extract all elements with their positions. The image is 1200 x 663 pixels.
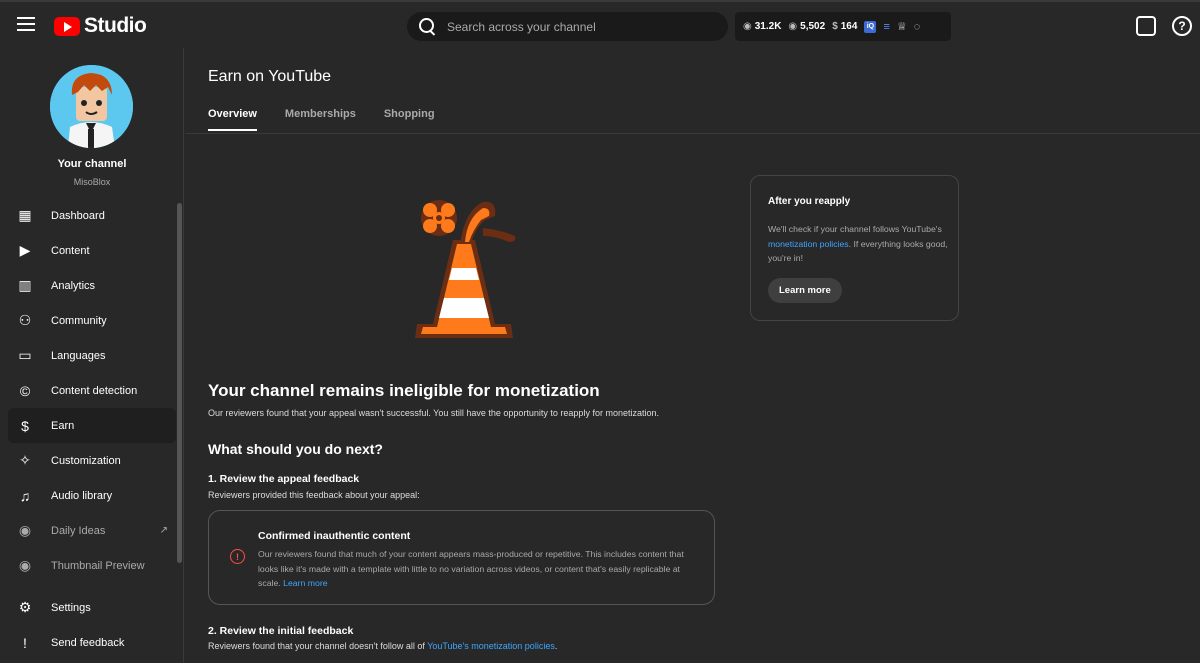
search-input[interactable]: [447, 19, 707, 34]
traffic-cone-illustration: [405, 180, 525, 345]
help-icon[interactable]: ?: [1172, 16, 1192, 36]
top-bar: Studio ◉31.2K ◉5,502 $164 iQ ≡ ♕ ◌ ?: [0, 0, 1200, 48]
magic-wand-icon: ✧: [19, 452, 31, 468]
reapply-text: We'll check if your channel follows YouT…: [768, 224, 948, 263]
sidebar-item-customization[interactable]: ✧ Customization: [8, 443, 176, 478]
tab-overview[interactable]: Overview: [208, 108, 257, 131]
youtube-logo-icon: [54, 16, 80, 36]
sidebar-item-community[interactable]: ⚇ Community: [8, 303, 176, 338]
sidebar-item-earn[interactable]: $ Earn: [8, 408, 176, 443]
studio-logo[interactable]: Studio: [54, 14, 147, 38]
ineligible-description: Our reviewers found that your appeal was…: [208, 408, 659, 418]
feedback-text: Our reviewers found that much of your co…: [258, 549, 684, 588]
views-stat: ◉ 31.2K: [743, 21, 782, 32]
eye-icon: ◉: [743, 21, 752, 32]
extension-icon: ◉: [18, 522, 32, 538]
tab-divider: [185, 133, 1200, 134]
gear-icon: ⚙: [18, 599, 32, 615]
sidebar-item-send-feedback[interactable]: ! Send feedback: [8, 625, 176, 660]
sidebar-nav: ▦ Dashboard ▶ Content ▥ Analytics ⚇ Comm…: [8, 198, 176, 583]
sidebar-item-settings[interactable]: ⚙ Settings: [8, 590, 176, 625]
sidebar-item-content[interactable]: ▶ Content: [8, 233, 176, 268]
after-reapply-card: After you reapply We'll check if your ch…: [750, 175, 959, 321]
audio-library-icon: ♫: [19, 487, 31, 504]
search-bar[interactable]: [407, 12, 728, 41]
ineligible-headline: Your channel remains ineligible for mone…: [208, 381, 600, 400]
sidebar-item-content-detection[interactable]: © Content detection: [8, 373, 176, 408]
feedback-icon: !: [23, 634, 27, 651]
community-icon: ⚇: [18, 312, 32, 328]
monetization-policies-link[interactable]: YouTube's monetization policies: [427, 641, 555, 651]
revenue-stat: $164: [832, 21, 858, 32]
tab-bar: Overview Memberships Shopping: [208, 108, 435, 131]
channel-title: Your channel: [57, 158, 127, 170]
page-title: Earn on YouTube: [208, 68, 332, 85]
copyright-icon: ©: [19, 382, 31, 399]
stats-extension-bar: ◉ 31.2K ◉ 5,502 $164 iQ ≡ ♕ ◌: [735, 12, 951, 41]
chat-icon[interactable]: ◌: [914, 21, 921, 33]
step1-title: 1. Review the appeal feedback: [208, 473, 360, 485]
reapply-title: After you reapply: [768, 196, 851, 207]
content-icon: ▶: [19, 242, 31, 258]
sidebar-item-dashboard[interactable]: ▦ Dashboard: [8, 198, 176, 233]
search-icon[interactable]: [419, 17, 437, 36]
avatar[interactable]: [50, 65, 133, 148]
trophy-icon[interactable]: ♕: [897, 20, 907, 33]
extension-icon[interactable]: iQ: [864, 20, 877, 33]
sidebar-item-analytics[interactable]: ▥ Analytics: [8, 268, 176, 303]
sidebar: Your channel MisoBlox ▦ Dashboard ▶ Cont…: [0, 48, 184, 663]
dollar-icon: $: [832, 21, 838, 32]
step2-title: 2. Review the initial feedback: [208, 625, 354, 637]
feedback-learn-more-link[interactable]: Learn more: [283, 578, 327, 588]
dollar-icon: $: [21, 417, 29, 434]
sidebar-item-audio-library[interactable]: ♫ Audio library: [8, 478, 176, 513]
analytics-icon: ▥: [18, 277, 32, 293]
step1-description: Reviewers provided this feedback about y…: [208, 490, 420, 500]
external-link-icon: ↗: [159, 525, 168, 536]
tab-memberships[interactable]: Memberships: [285, 108, 356, 131]
appeal-feedback-card: ! Confirmed inauthentic content Our revi…: [208, 510, 715, 605]
step2-description: Reviewers found that your channel doesn'…: [208, 641, 558, 651]
menu-icon[interactable]: [17, 17, 35, 33]
dashboard-icon: ▦: [18, 207, 32, 223]
sidebar-item-daily-ideas[interactable]: ◉ Daily Ideas ↗: [8, 513, 176, 548]
tab-shopping[interactable]: Shopping: [384, 108, 435, 131]
reapply-policies-link[interactable]: monetization policies: [768, 239, 849, 249]
error-icon: !: [230, 549, 245, 564]
sidebar-bottom-nav: ⚙ Settings ! Send feedback: [8, 590, 176, 660]
top-right-actions: ?: [1136, 16, 1192, 36]
learn-more-button[interactable]: Learn more: [768, 278, 842, 303]
main-content: Earn on YouTube Overview Memberships Sho…: [185, 48, 1200, 663]
extension-icon: ◉: [18, 557, 32, 573]
feedback-title: Confirmed inauthentic content: [258, 530, 411, 542]
channel-name: MisoBlox: [73, 177, 111, 187]
sidebar-scrollbar[interactable]: [177, 203, 182, 563]
eye-icon: ◉: [788, 21, 798, 32]
list-icon[interactable]: ≡: [883, 21, 889, 33]
subs-stat: ◉ 5,502: [788, 21, 826, 32]
what-next-heading: What should you do next?: [208, 441, 383, 457]
languages-icon: ▭: [18, 347, 32, 363]
logo-text: Studio: [84, 14, 147, 37]
create-icon[interactable]: [1136, 16, 1156, 36]
sidebar-item-languages[interactable]: ▭ Languages: [8, 338, 176, 373]
sidebar-item-thumbnail-preview[interactable]: ◉ Thumbnail Preview: [8, 548, 176, 583]
